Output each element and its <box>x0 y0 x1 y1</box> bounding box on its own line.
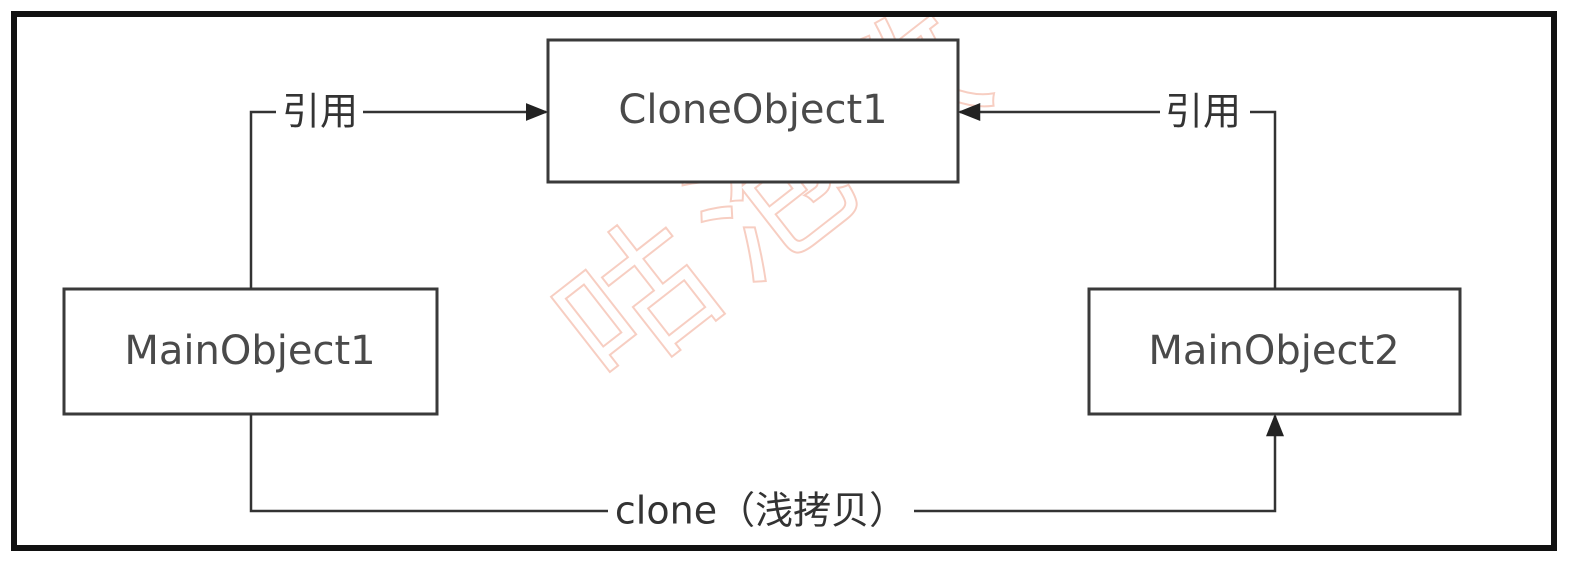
edge-ref-left: 引用 <box>249 90 549 289</box>
edge-ref-right-label: 引用 <box>1165 90 1241 134</box>
node-clone-object-1: CloneObject1 <box>546 38 960 184</box>
edge-clone-line-right <box>914 413 1284 513</box>
edge-clone: clone（浅拷贝） <box>249 413 1284 533</box>
edge-ref-left-label: 引用 <box>282 90 358 134</box>
shallow-clone-diagram: 咕 泡 教 CloneObject1 MainObject1 MainObjec… <box>11 0 1557 551</box>
node-main-object-2: MainObject2 <box>1087 287 1462 416</box>
node-main-object-1-label: MainObject1 <box>124 328 375 374</box>
edge-ref-left-line <box>249 110 276 289</box>
edge-clone-line-left <box>249 414 608 513</box>
edge-clone-label: clone（浅拷贝） <box>615 489 907 533</box>
node-main-object-1: MainObject1 <box>62 287 439 416</box>
edge-ref-right-line <box>1250 110 1277 289</box>
node-clone-object-1-label: CloneObject1 <box>618 87 887 133</box>
node-main-object-2-label: MainObject2 <box>1148 328 1399 374</box>
